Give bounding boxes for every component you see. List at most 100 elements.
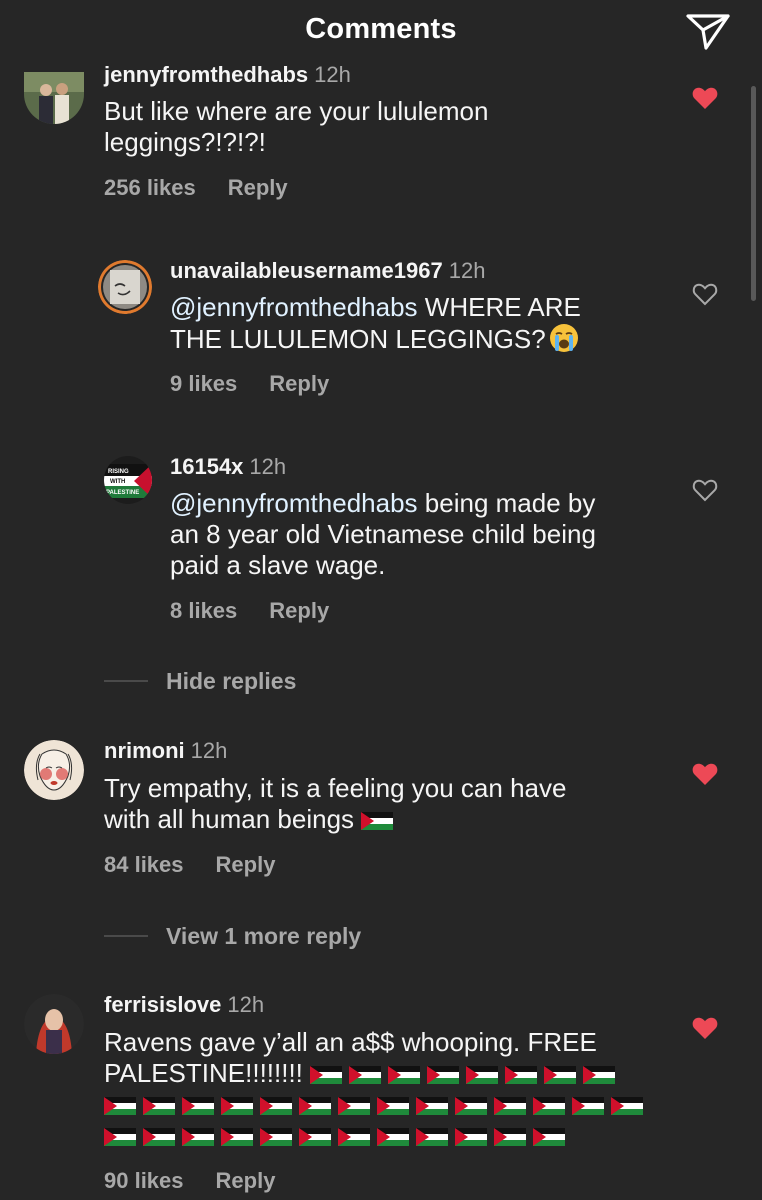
comment-body-line1: Try empathy, it is a feeling you can hav… xyxy=(104,773,567,803)
username[interactable]: nrimoni xyxy=(104,738,185,763)
avatar-text-palestine: PALESTINE xyxy=(106,490,139,496)
palestine-flag-icon xyxy=(416,1097,448,1115)
flag-row xyxy=(104,1120,572,1150)
palestine-flag-icon xyxy=(182,1128,214,1146)
palestine-flag-icon xyxy=(494,1128,526,1146)
palestine-flag-icon xyxy=(338,1128,370,1146)
comment-meta: nrimoni 12h xyxy=(104,738,227,764)
view-more-replies-button[interactable]: View 1 more reply xyxy=(166,923,361,950)
timestamp: 12h xyxy=(249,454,287,479)
flag-row xyxy=(310,1058,622,1088)
palestine-flag-icon xyxy=(611,1097,643,1115)
palestine-flag-icon xyxy=(533,1128,565,1146)
palestine-flag-icon xyxy=(388,1066,421,1084)
palestine-flag-icon xyxy=(455,1097,487,1115)
palestine-flag-icon xyxy=(583,1066,616,1084)
reply-button[interactable]: Reply xyxy=(216,1168,276,1193)
username[interactable]: ferrisislove xyxy=(104,992,221,1017)
palestine-flag-icon xyxy=(260,1097,292,1115)
reply-body-line3: paid a slave wage. xyxy=(170,550,386,580)
palestine-flag-icon xyxy=(221,1097,253,1115)
palestine-flag-icon xyxy=(349,1066,382,1084)
mention-link[interactable]: @jennyfromthedhabs xyxy=(170,488,418,518)
heart-filled-icon[interactable] xyxy=(692,762,718,786)
comment-actions: 84 likes Reply xyxy=(104,852,275,878)
flag-row xyxy=(104,1089,650,1119)
palestine-flag-icon xyxy=(377,1128,409,1146)
mention-link[interactable]: @jennyfromthedhabs xyxy=(170,292,418,322)
likes-count[interactable]: 9 likes xyxy=(170,371,237,396)
avatar[interactable] xyxy=(24,994,84,1054)
hide-replies-button[interactable]: Hide replies xyxy=(166,668,296,695)
reply-button[interactable]: Reply xyxy=(269,598,329,623)
palestine-flag-icon xyxy=(104,1128,136,1146)
thread-divider xyxy=(104,935,148,937)
palestine-flag-icon xyxy=(533,1097,565,1115)
scrollbar[interactable] xyxy=(751,86,756,301)
page-title: Comments xyxy=(305,13,457,45)
palestine-flag-icon xyxy=(260,1128,292,1146)
avatar-text-rising: RISING xyxy=(108,469,129,475)
avatar[interactable]: RISING WITH PALESTINE xyxy=(104,456,152,504)
likes-count[interactable]: 84 likes xyxy=(104,852,184,877)
likes-count[interactable]: 8 likes xyxy=(170,598,237,623)
comment-actions: 90 likes Reply xyxy=(104,1168,275,1194)
palestine-flag-icon xyxy=(221,1128,253,1146)
timestamp: 12h xyxy=(190,738,228,763)
avatar[interactable] xyxy=(24,740,84,800)
comment-text: Ravens gave y’all an a$$ whooping. FREE … xyxy=(104,1027,664,1151)
reply-actions: 9 likes Reply xyxy=(170,371,329,397)
timestamp: 12h xyxy=(227,992,265,1017)
reply-text: @jennyfromthedhabs being made by an 8 ye… xyxy=(170,488,670,581)
palestine-flag-icon xyxy=(338,1097,370,1115)
likes-count[interactable]: 90 likes xyxy=(104,1168,184,1193)
reply-actions: 8 likes Reply xyxy=(170,598,329,624)
reply-button[interactable]: Reply xyxy=(228,175,288,200)
loudly-crying-face-icon xyxy=(549,323,579,353)
comment-text: Try empathy, it is a feeling you can hav… xyxy=(104,773,664,835)
palestine-flag-icon xyxy=(416,1128,448,1146)
comment-body: But like where are your lululemon leggin… xyxy=(104,96,489,157)
palestine-flag-icon xyxy=(572,1097,604,1115)
heart-outline-icon[interactable] xyxy=(692,478,718,502)
palestine-flag-icon xyxy=(544,1066,577,1084)
palestine-flag-icon xyxy=(494,1097,526,1115)
reply-button[interactable]: Reply xyxy=(216,852,276,877)
reply-meta: unavailableusername1967 12h xyxy=(170,258,485,284)
avatar[interactable] xyxy=(98,260,152,314)
reply-body-line1: WHERE ARE xyxy=(424,292,581,322)
palestine-flag-icon xyxy=(104,1097,136,1115)
paper-plane-icon[interactable] xyxy=(684,10,732,54)
palestine-flag-icon xyxy=(299,1097,331,1115)
avatar[interactable] xyxy=(24,72,84,124)
palestine-flag-icon xyxy=(505,1066,538,1084)
comment-body-line2: with all human beings xyxy=(104,804,355,834)
reply-text: @jennyfromthedhabs WHERE ARE THE LULULEM… xyxy=(170,292,670,355)
username[interactable]: unavailableusername1967 xyxy=(170,258,443,283)
comment-body-line1: Ravens gave y’all an a$$ whooping. FREE xyxy=(104,1027,597,1057)
palestine-flag-icon xyxy=(427,1066,460,1084)
heart-filled-icon[interactable] xyxy=(692,86,718,110)
comments-header: Comments xyxy=(0,0,762,66)
flag-row xyxy=(361,804,400,834)
likes-count[interactable]: 256 likes xyxy=(104,175,196,200)
comment-body-line2: PALESTINE!!!!!!!! xyxy=(104,1058,303,1088)
heart-filled-icon[interactable] xyxy=(692,1016,718,1040)
palestine-flag-icon xyxy=(143,1128,175,1146)
comment-meta: ferrisislove 12h xyxy=(104,992,264,1018)
palestine-flag-icon xyxy=(377,1097,409,1115)
palestine-flag-icon xyxy=(361,812,394,830)
reply-button[interactable]: Reply xyxy=(269,371,329,396)
palestine-flag-icon xyxy=(299,1128,331,1146)
palestine-flag-icon xyxy=(310,1066,343,1084)
username[interactable]: 16154x xyxy=(170,454,243,479)
heart-outline-icon[interactable] xyxy=(692,282,718,306)
avatar-text-with: WITH xyxy=(110,479,125,485)
thread-divider xyxy=(104,680,148,682)
reply-body-line1: being made by xyxy=(424,488,596,518)
comments-list: jennyfromthedhabs 12h But like where are … xyxy=(0,0,762,1200)
palestine-flag-icon xyxy=(143,1097,175,1115)
palestine-flag-icon xyxy=(182,1097,214,1115)
reply-meta: 16154x 12h xyxy=(170,454,286,480)
palestine-flag-icon xyxy=(455,1128,487,1146)
